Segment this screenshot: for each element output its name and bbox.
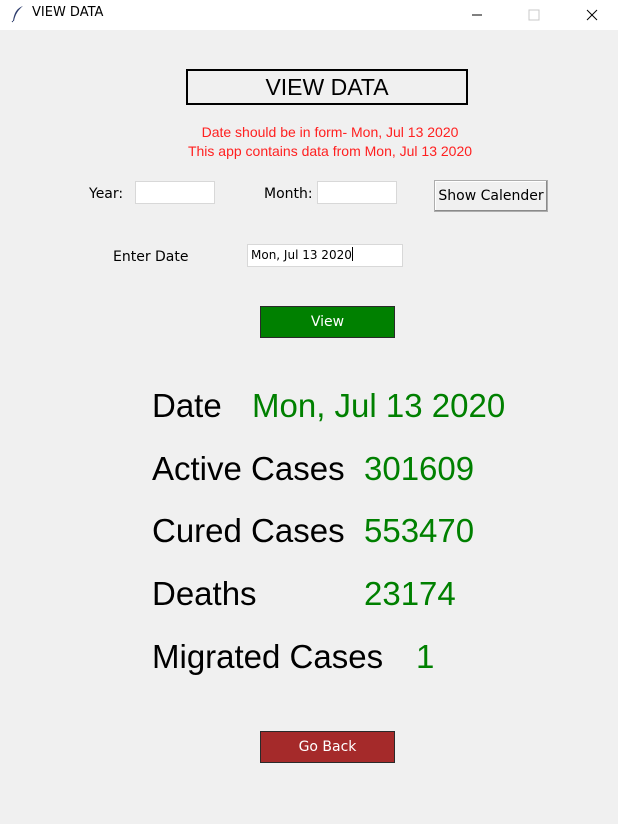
cured-cases-label: Cured Cases [152,512,345,549]
deaths-label: Deaths [152,575,257,612]
go-back-button[interactable]: Go Back [260,731,395,763]
minimize-icon [472,14,482,16]
year-input[interactable] [135,181,215,204]
enter-date-label: Enter Date [113,249,189,265]
month-input[interactable] [317,181,397,204]
maximize-button[interactable] [511,0,557,30]
date-format-notice: Date should be in form- Mon, Jul 13 2020 [201,124,459,140]
active-cases-value: 301609 [364,450,475,487]
date-label: Date [152,387,222,424]
text-cursor [351,247,353,261]
month-label: Month: [264,186,313,202]
close-button[interactable] [569,0,615,30]
cured-cases-value: 553470 [364,512,475,549]
feather-icon [11,6,23,23]
close-icon [586,9,598,21]
view-button[interactable]: View [260,306,395,338]
data-range-notice: This app contains data from Mon, Jul 13 … [187,143,473,159]
deaths-value: 23174 [364,575,456,612]
window-title: VIEW DATA [32,5,104,20]
year-label: Year: [89,186,124,202]
migrated-cases-value: 1 [416,638,435,675]
date-value: Mon, Jul 13 2020 [252,387,506,424]
date-input-value: Mon, Jul 13 2020 [251,248,352,262]
minimize-button[interactable] [454,0,500,30]
show-calendar-button[interactable]: Show Calender [434,180,548,212]
migrated-cases-label: Migrated Cases [152,638,384,675]
date-input[interactable]: Mon, Jul 13 2020 [247,244,403,267]
maximize-icon [528,9,540,21]
title-bar: VIEW DATA [0,0,618,30]
active-cases-label: Active Cases [152,450,345,487]
page-title: VIEW DATA [186,69,468,105]
